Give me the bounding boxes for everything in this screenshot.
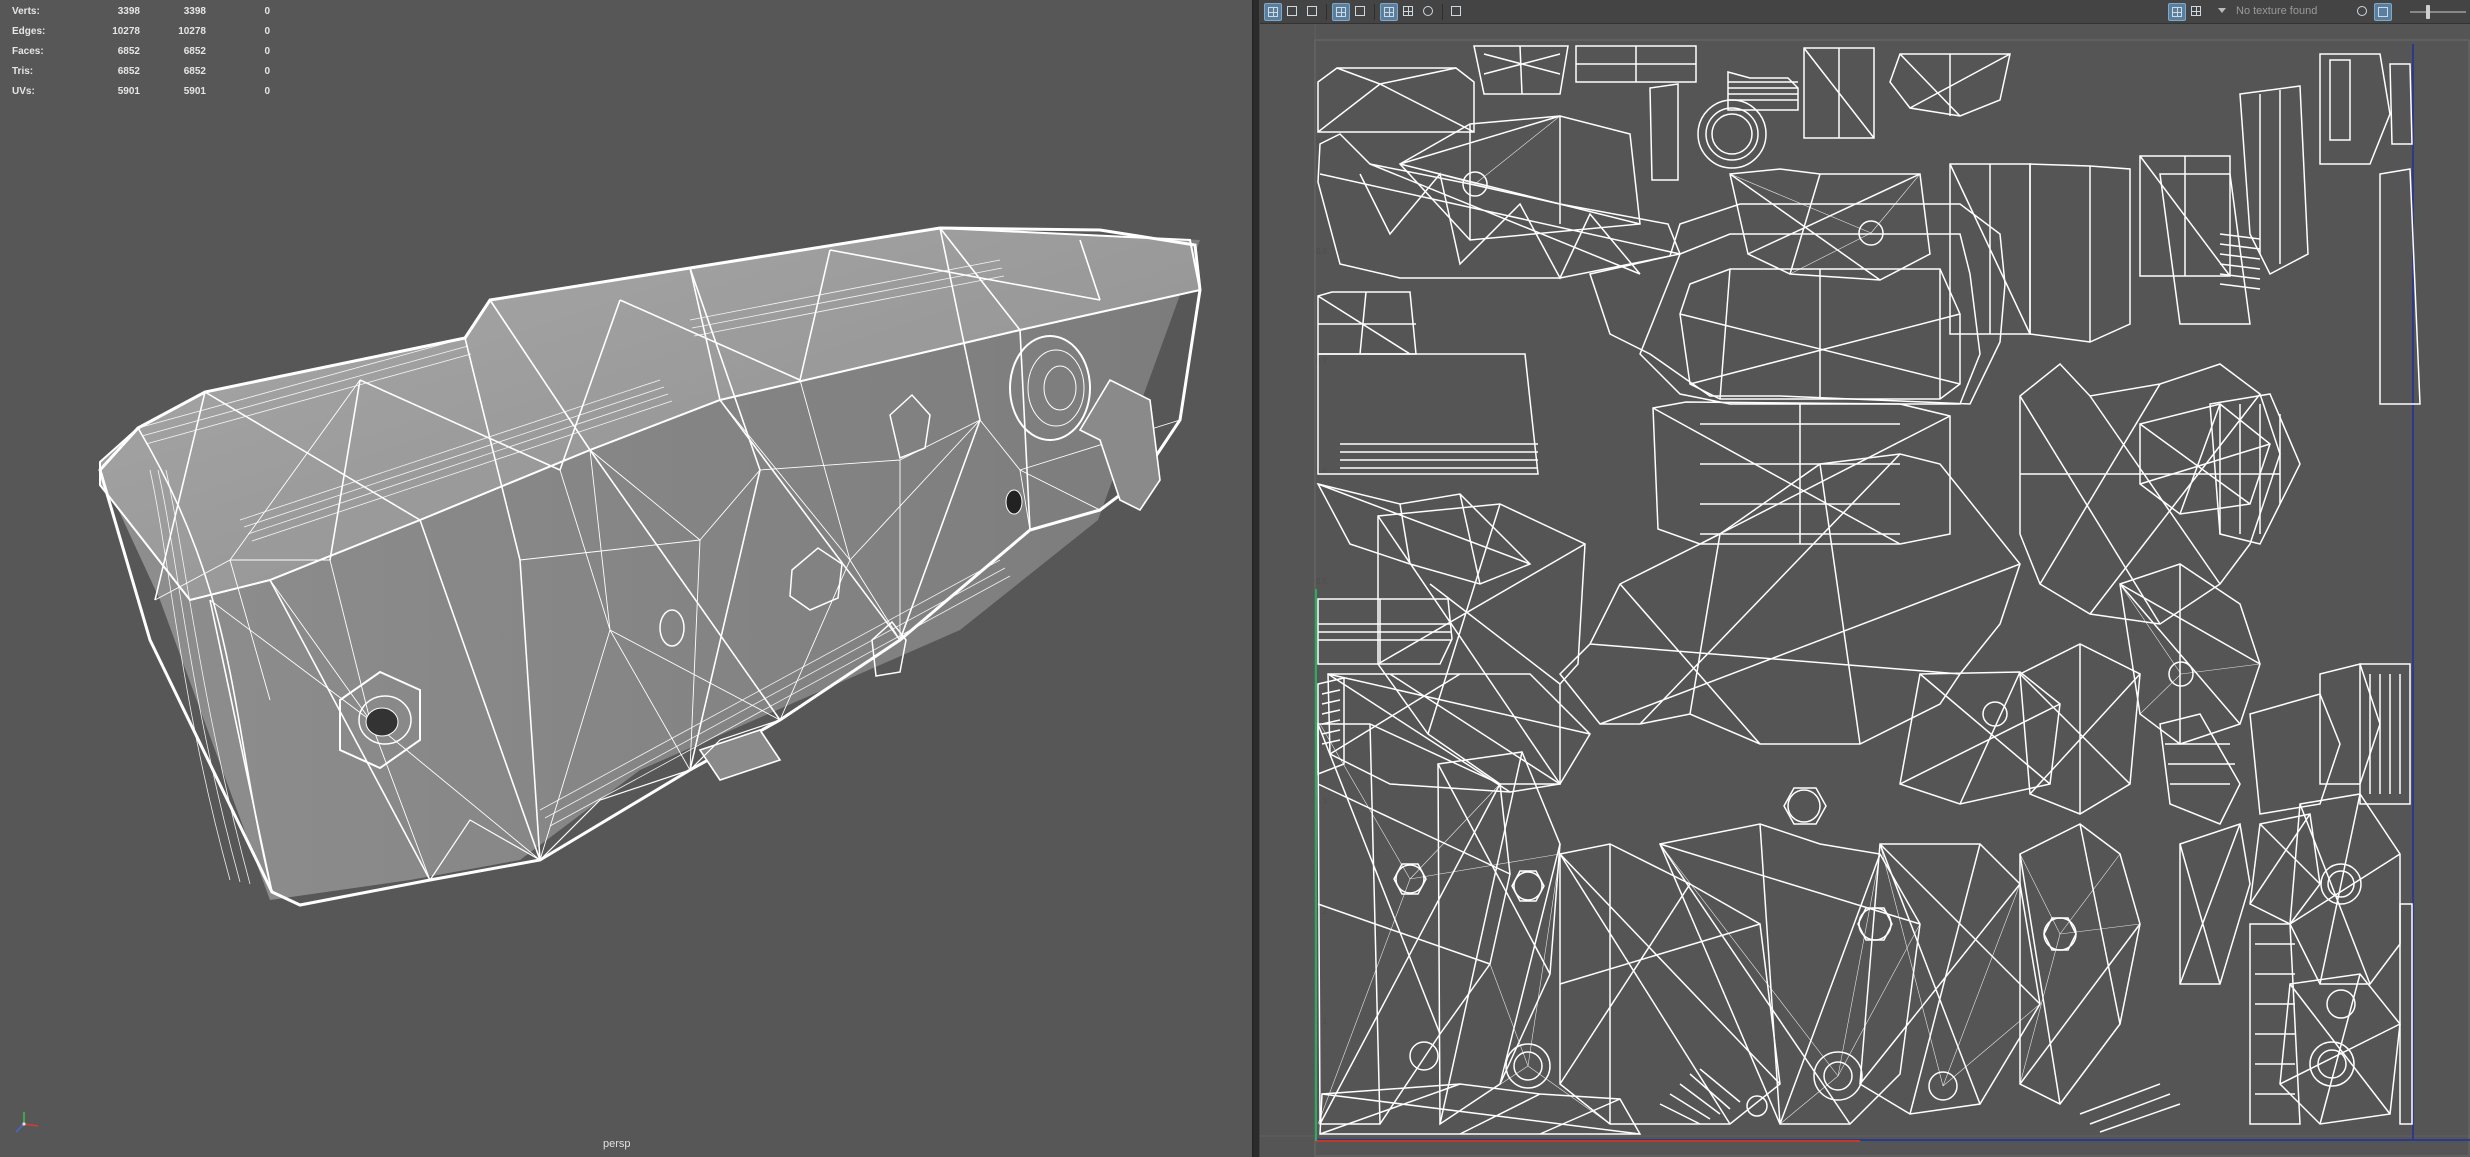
exposure-slider-handle[interactable]: [2426, 5, 2430, 19]
glyph: [2172, 7, 2182, 17]
glyph: [1287, 6, 1297, 16]
glyph: [2378, 7, 2388, 17]
glyph: [1451, 6, 1461, 16]
toolbar-separator: [1374, 4, 1375, 20]
wireframe-model[interactable]: [0, 0, 1252, 1157]
glyph: [1403, 6, 1413, 16]
shaded-icon[interactable]: [1380, 3, 1398, 21]
toolbar-separator: [1326, 4, 1327, 20]
texture-toggle-icon[interactable]: [2168, 3, 2186, 21]
display-icon[interactable]: [2354, 3, 2372, 21]
glyph: [1268, 7, 1278, 17]
maya-window: Verts: 3398 3398 0 Edges: 10278 10278 0 …: [0, 0, 2470, 1157]
svg-text:0.8: 0.8: [1316, 247, 1328, 256]
svg-text:0.1: 0.1: [1316, 1017, 1328, 1026]
toolbar-separator: [1442, 4, 1443, 20]
axis-gizmo-icon: [15, 1112, 39, 1133]
dropdown-icon[interactable]: [2218, 8, 2226, 13]
camera-icon[interactable]: [1448, 3, 1466, 21]
uv-image-icon[interactable]: [1304, 3, 1322, 21]
glyph: [2191, 6, 2201, 16]
checker-icon[interactable]: [1400, 3, 1418, 21]
uv-editor-toolbar: No texture found: [1260, 0, 2470, 24]
isolate-icon[interactable]: [1420, 3, 1438, 21]
glyph: [2357, 6, 2367, 16]
glyph: [1384, 7, 1394, 17]
uv-editor-panel[interactable]: No texture found 0.9 0.8 0.7 0.6 0.5 0.4 0.3…: [1260, 0, 2470, 1157]
glyph: [1307, 6, 1317, 16]
panel-divider[interactable]: [1252, 0, 1260, 1157]
camera-name-label: persp: [603, 1138, 631, 1150]
glyph: [1423, 6, 1433, 16]
glyph: [1336, 7, 1346, 17]
uv-select-icon[interactable]: [1284, 3, 1302, 21]
wireframe-icon[interactable]: [1332, 3, 1350, 21]
lock-icon[interactable]: [2374, 3, 2392, 21]
checker-pattern-icon[interactable]: [2188, 3, 2206, 21]
svg-text:0.2: 0.2: [1316, 907, 1328, 916]
grid-display-icon[interactable]: [1352, 3, 1370, 21]
uv-layout-canvas[interactable]: 0.90.80.7 0.60.50.4 0.30.20.1: [1260, 24, 2470, 1157]
exposure-slider[interactable]: [2410, 11, 2466, 13]
uv-shell-icon[interactable]: [1264, 3, 1282, 21]
svg-text:0.5: 0.5: [1316, 577, 1328, 586]
perspective-viewport[interactable]: Verts: 3398 3398 0 Edges: 10278 10278 0 …: [0, 0, 1252, 1157]
glyph: [1355, 6, 1365, 16]
texture-status: No texture found: [2236, 5, 2318, 17]
